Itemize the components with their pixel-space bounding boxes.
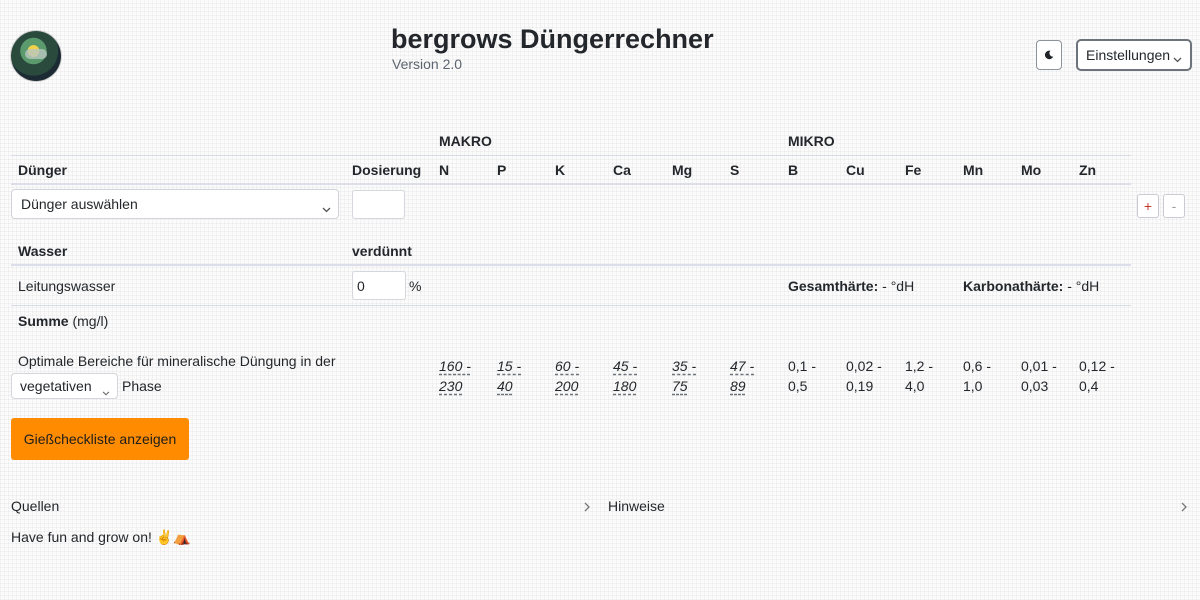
hints-label: Hinweise (608, 498, 665, 514)
phase-select-label: vegetativen (20, 378, 92, 394)
col-header-mo: Mo (1021, 162, 1042, 178)
range-p: 15 -40 (497, 358, 522, 394)
sum-label: Summe (18, 313, 69, 329)
chevron-down-icon (102, 383, 110, 399)
moon-icon (1044, 47, 1054, 63)
col-header-fe: Fe (905, 162, 922, 178)
chevron-right-icon[interactable] (1180, 500, 1188, 516)
water-source-label: Leitungswasser (18, 278, 116, 294)
gesamthaerte-value: - °dH (882, 278, 915, 294)
chevron-down-icon (322, 200, 331, 216)
mikro-group-header: MIKRO (788, 133, 835, 149)
avatar (11, 31, 61, 81)
table-divider (11, 183, 1131, 185)
col-header-n: N (439, 162, 450, 178)
phase-suffix-label: Phase (122, 378, 162, 394)
phase-select[interactable]: vegetativen (11, 373, 118, 399)
col-header-k: K (555, 162, 566, 178)
remove-row-button[interactable]: - (1163, 194, 1185, 218)
gesamthaerte: Gesamthärte: - °dH (788, 278, 914, 294)
range-mn: 0,6 -1,0 (963, 358, 992, 394)
range-b: 0,1 -0,5 (788, 358, 817, 394)
col-header-ca: Ca (613, 162, 631, 178)
percent-label: % (409, 278, 422, 294)
col-header-zn: Zn (1079, 162, 1097, 178)
fertilizer-select[interactable]: Dünger auswählen (11, 189, 339, 219)
optimal-ranges-text: Optimale Bereiche für mineralische Düngu… (18, 353, 336, 369)
table-divider (11, 155, 1131, 156)
col-header-dosierung: Dosierung (352, 162, 422, 178)
table-divider (11, 305, 1131, 306)
footer-fun-text: Have fun and grow on! ✌️⛺ (11, 529, 191, 545)
fertilizer-select-label: Dünger auswählen (21, 196, 138, 212)
col-header-cu: Cu (846, 162, 865, 178)
add-row-button[interactable]: + (1137, 194, 1159, 218)
theme-toggle-button[interactable] (1036, 40, 1062, 70)
dosage-input[interactable] (352, 190, 405, 219)
range-cu: 0,02 -0,19 (846, 358, 882, 394)
karbonathaerte-value: - °dH (1067, 278, 1100, 294)
version-label: Version 2.0 (392, 56, 463, 72)
water-header: Wasser (18, 243, 68, 259)
sources-toggle[interactable]: Quellen (11, 498, 59, 514)
sum-unit: (mg/l) (72, 313, 109, 329)
page-title: bergrows Düngerrechner (391, 24, 714, 54)
col-header-duenger: Dünger (18, 162, 67, 178)
karbonathaerte-label: Karbonathärte: (963, 278, 1064, 294)
range-mo: 0,01 -0,03 (1021, 358, 1057, 394)
range-mg: 35 -75 (672, 358, 697, 394)
diluted-header: verdünnt (352, 243, 412, 259)
range-n: 160 -230 (439, 358, 471, 394)
checklist-button[interactable]: Gießcheckliste anzeigen (11, 418, 189, 460)
makro-group-header: MAKRO (439, 133, 492, 149)
sources-label: Quellen (11, 498, 60, 514)
range-ca: 45 -180 (613, 358, 638, 394)
col-header-mn: Mn (963, 162, 984, 178)
range-s: 47 -89 (730, 358, 755, 394)
settings-label: Einstellungen (1086, 47, 1171, 63)
table-divider (11, 264, 1131, 266)
col-header-mg: Mg (672, 162, 693, 178)
col-header-p: P (497, 162, 507, 178)
chevron-down-icon (1173, 50, 1182, 66)
col-header-s: S (730, 162, 740, 178)
sum-row-label: Summe (mg/l) (18, 313, 108, 329)
diluted-input[interactable]: 0 (352, 271, 406, 300)
settings-select[interactable]: Einstellungen (1076, 39, 1192, 71)
range-k: 60 -200 (555, 358, 580, 394)
gesamthaerte-label: Gesamthärte: (788, 278, 879, 294)
hints-toggle[interactable]: Hinweise (608, 498, 665, 514)
col-header-b: B (788, 162, 799, 178)
range-fe: 1,2 -4,0 (905, 358, 934, 394)
chevron-right-icon[interactable] (583, 500, 591, 516)
range-zn: 0,12 -0,4 (1079, 358, 1115, 394)
karbonathaerte: Karbonathärte: - °dH (963, 278, 1099, 294)
